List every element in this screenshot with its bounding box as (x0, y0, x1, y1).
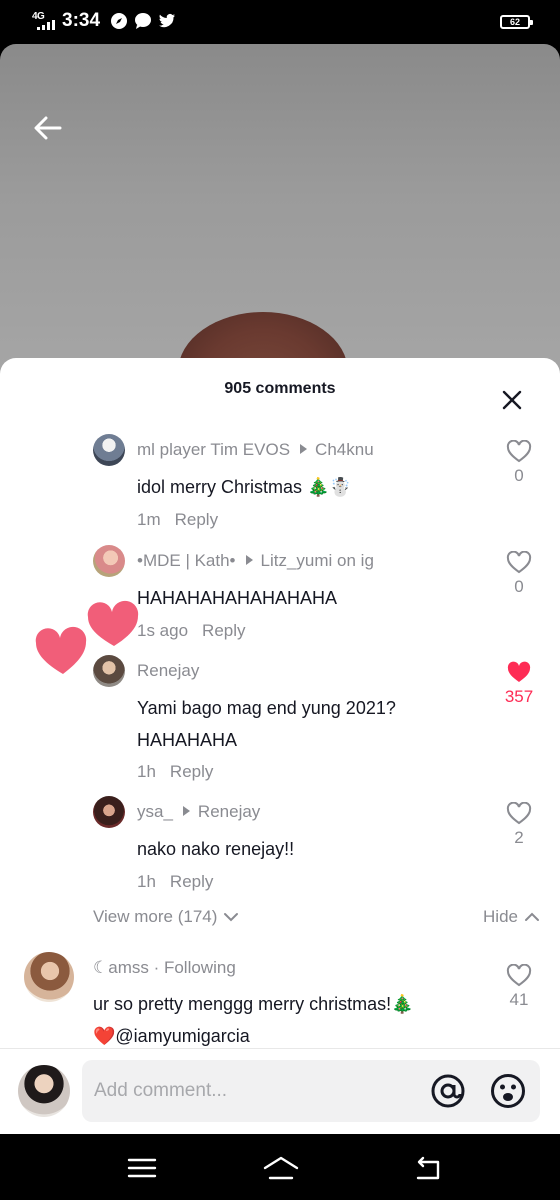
like-count: 0 (514, 577, 524, 596)
username-text[interactable]: •MDE | Kath• (137, 551, 236, 570)
comment-line: ur so pretty menggg merry christmas!🎄 (93, 994, 414, 1014)
heart-filled-icon[interactable] (506, 661, 532, 685)
system-navigation-bar (0, 1134, 560, 1200)
view-more-label[interactable]: View more (174) (93, 907, 217, 927)
clock: 3:34 (62, 10, 101, 31)
heart-outline-icon[interactable] (506, 551, 532, 575)
heart-outline-icon[interactable] (506, 802, 532, 826)
like-count: 2 (514, 828, 524, 847)
reply-button[interactable]: Reply (202, 621, 245, 640)
like-count: 357 (504, 687, 534, 706)
comment-count-title: 905 comments (224, 380, 336, 397)
like-button[interactable]: 0 (504, 551, 534, 597)
emoji-icon[interactable] (490, 1073, 526, 1109)
comment-input-bar (0, 1048, 560, 1134)
comment-time: 1h (137, 872, 156, 891)
chevron-up-icon (525, 912, 539, 921)
like-button[interactable]: 357 (502, 661, 536, 707)
reply-button[interactable]: Reply (175, 510, 218, 529)
username-text[interactable]: ☾amss · Following (93, 958, 236, 977)
reply-to-username[interactable]: Litz_yumi on ig (261, 551, 374, 570)
heart-outline-icon[interactable] (506, 440, 532, 464)
compass-icon (111, 13, 127, 29)
back-icon[interactable] (412, 1154, 444, 1182)
reply-to-username[interactable]: Ch4knu (315, 440, 374, 459)
comments-sheet: 905 comments ml player Tim EVOS Ch4knu id… (0, 358, 560, 1134)
add-comment-input[interactable] (94, 1060, 414, 1122)
comment-line: Yami bago mag end yung 2021? (137, 698, 396, 718)
view-more-replies-button[interactable]: View more (174) (93, 907, 239, 927)
comment-time: 1h (137, 762, 156, 781)
hide-replies-button[interactable]: Hide (483, 907, 540, 927)
current-user-avatar[interactable] (18, 1065, 70, 1117)
status-bar: 4G 3:34 62 (0, 0, 560, 44)
menu-icon[interactable] (126, 1154, 158, 1182)
reply-to-username[interactable]: Renejay (198, 802, 260, 821)
video-preview[interactable] (0, 44, 560, 384)
comment-text: idol merry Christmas 🎄☃️ (137, 471, 352, 503)
reply-button[interactable]: Reply (170, 872, 213, 891)
comment-username[interactable]: ☾amss · Following (93, 958, 236, 978)
comment-line: HAHAHAHA (137, 730, 238, 750)
comment-username[interactable]: ysa_ Renejay (137, 802, 260, 822)
back-arrow-icon[interactable] (30, 112, 66, 144)
battery-indicator: 62 (500, 15, 533, 29)
comment-meta: 1h Reply (137, 872, 213, 892)
comment-username[interactable]: ml player Tim EVOS Ch4knu (137, 440, 374, 460)
heart-outline-icon[interactable] (506, 964, 532, 988)
reply-arrow-icon (300, 444, 308, 454)
reply-arrow-icon (245, 555, 253, 565)
mention-at-icon[interactable] (430, 1073, 466, 1109)
like-button[interactable]: 41 (504, 964, 534, 1010)
like-count: 0 (514, 466, 524, 485)
like-count: 41 (509, 990, 529, 1009)
comment-meta: 1h Reply (137, 762, 213, 782)
battery-level: 62 (509, 17, 520, 27)
username-text[interactable]: ml player Tim EVOS (137, 440, 290, 459)
username-text[interactable]: ysa_ (137, 802, 173, 821)
avatar[interactable] (93, 545, 125, 577)
signal-icon (37, 20, 55, 30)
comment-text: ur so pretty menggg merry christmas!🎄 ❤️… (93, 988, 414, 1052)
comment-username[interactable]: •MDE | Kath• Litz_yumi on ig (137, 551, 374, 571)
twitter-icon (159, 13, 175, 28)
hide-label[interactable]: Hide (483, 907, 518, 927)
avatar[interactable] (93, 796, 125, 828)
comment-text: HAHAHAHAHAHAHAHA (137, 582, 337, 614)
comment-time: 1m (137, 510, 161, 529)
close-icon[interactable] (500, 388, 524, 412)
comment-text: Yami bago mag end yung 2021? HAHAHAHA (137, 692, 396, 756)
chevron-down-icon (224, 913, 239, 922)
comment-text: nako nako renejay!! (137, 833, 294, 865)
reply-arrow-icon (182, 806, 190, 816)
floating-hearts-animation (35, 600, 139, 674)
reply-button[interactable]: Reply (170, 762, 213, 781)
avatar[interactable] (24, 952, 74, 1002)
like-button[interactable]: 2 (504, 802, 534, 848)
chat-bubble-icon (135, 13, 151, 29)
comment-line: idol merry Christmas 🎄☃️ (137, 477, 352, 497)
comment-meta: 1s ago Reply (137, 621, 246, 641)
comment-line: nako nako renejay!! (137, 839, 295, 859)
comment-input-container[interactable] (82, 1060, 540, 1122)
home-icon[interactable] (262, 1154, 300, 1182)
comment-meta: 1m Reply (137, 510, 218, 530)
avatar[interactable] (93, 434, 125, 466)
like-button[interactable]: 0 (504, 440, 534, 486)
comment-line: HAHAHAHAHAHAHAHA (137, 588, 338, 608)
